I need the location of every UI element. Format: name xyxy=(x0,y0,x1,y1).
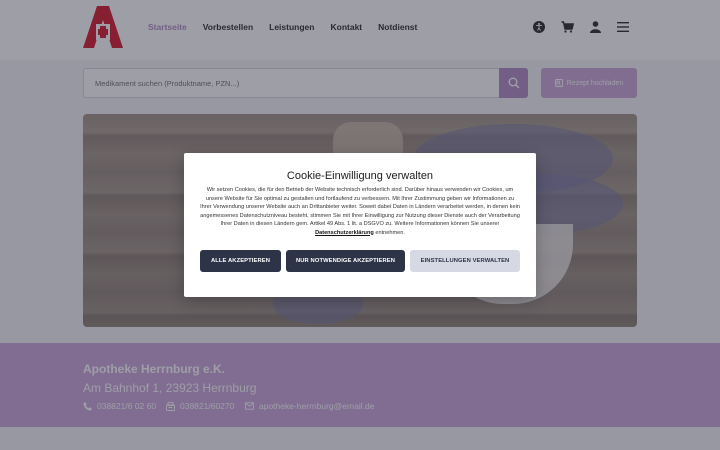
cookie-text-main: Wir setzen Cookies, die für den Betrieb … xyxy=(200,187,520,227)
accept-all-button[interactable]: ALLE AKZEPTIEREN xyxy=(200,250,281,272)
cookie-dialog-text: Wir setzen Cookies, die für den Betrieb … xyxy=(200,186,520,237)
privacy-policy-link[interactable]: Datenschutzerklärung xyxy=(315,230,374,236)
cookie-text-end: entnehmen. xyxy=(373,229,405,236)
accept-necessary-button[interactable]: NUR NOTWENDIGE AKZEPTIEREN xyxy=(286,250,405,272)
manage-settings-button[interactable]: EINSTELLUNGEN VERWALTEN xyxy=(410,250,520,272)
cookie-dialog-title: Cookie-Einwilligung verwalten xyxy=(286,170,434,182)
cookie-consent-dialog: Cookie-Einwilligung verwalten Wir setzen… xyxy=(184,153,536,297)
